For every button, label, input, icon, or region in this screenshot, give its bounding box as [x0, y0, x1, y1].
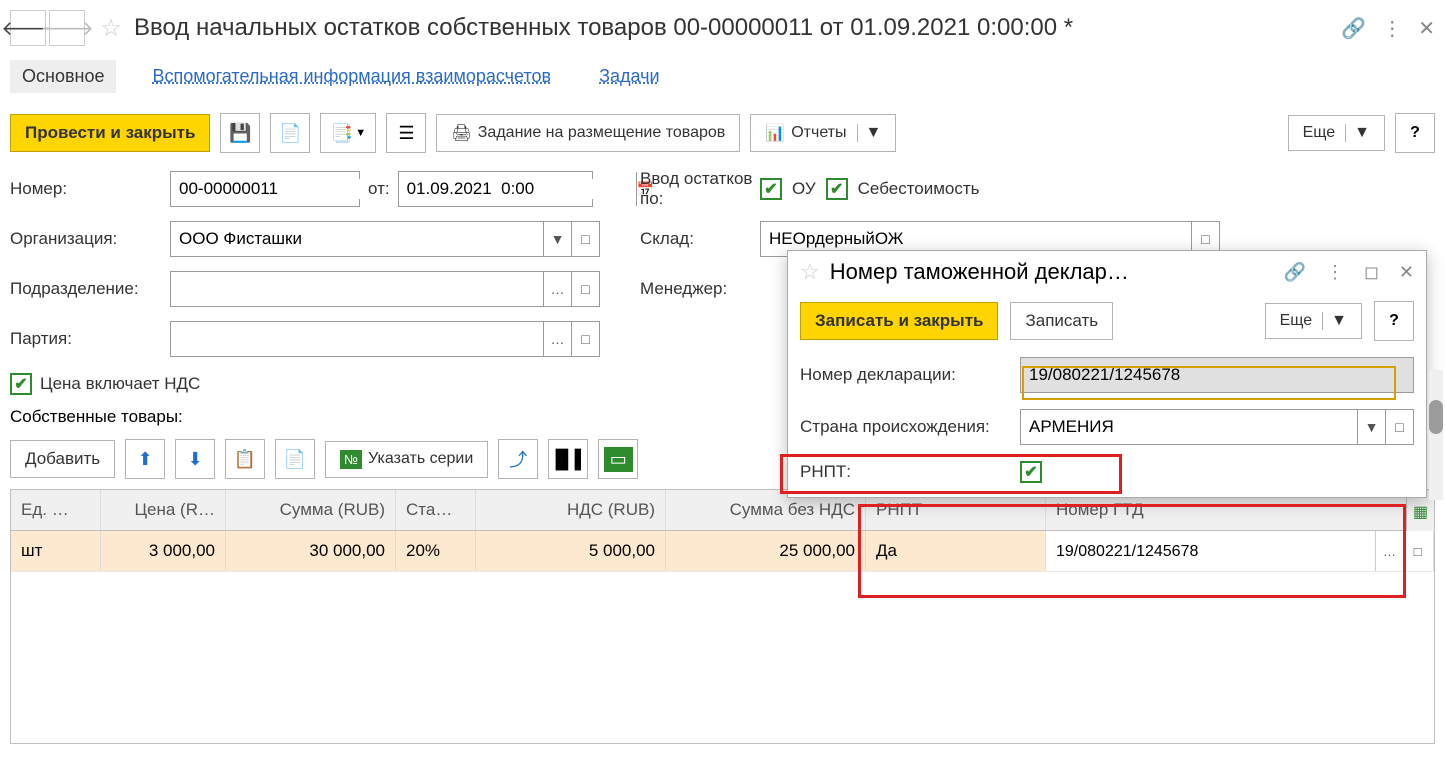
- menu-icon[interactable]: ⋮: [1382, 16, 1402, 41]
- create-based-icon[interactable]: 📑▼: [320, 113, 376, 153]
- post-close-button[interactable]: Провести и закрыть: [10, 114, 210, 152]
- help-button[interactable]: ?: [1395, 113, 1435, 153]
- popup-write-button[interactable]: Записать: [1010, 302, 1113, 340]
- save-icon[interactable]: 💾: [220, 113, 260, 153]
- more-button[interactable]: Еще▼: [1288, 115, 1385, 151]
- toolbar: Провести и закрыть 💾 📄 📑▼ ☰ 🖨Задание на …: [0, 107, 1445, 159]
- cost-label: Себестоимость: [858, 179, 980, 199]
- move-up-icon[interactable]: ⬆: [125, 439, 165, 479]
- move-down-icon[interactable]: ⬇: [175, 439, 215, 479]
- post-icon[interactable]: 📄: [270, 113, 310, 153]
- popup-title: Номер таможенной деклар…: [830, 259, 1264, 285]
- date-field[interactable]: [399, 179, 636, 199]
- paste-icon[interactable]: 📄: [275, 439, 315, 479]
- series-button[interactable]: №Указать серии: [325, 441, 488, 478]
- ou-checkbox[interactable]: ✔: [760, 178, 782, 200]
- ellipsis-icon[interactable]: …: [543, 272, 571, 306]
- popup-icon[interactable]: □: [571, 222, 599, 256]
- cell-vat[interactable]: 5 000,00: [476, 531, 666, 571]
- dropdown-icon[interactable]: ▼: [543, 222, 571, 256]
- cell-novat[interactable]: 25 000,00: [666, 531, 866, 571]
- ou-label: ОУ: [792, 179, 816, 199]
- forward-button[interactable]: 🡒: [49, 10, 85, 46]
- chart-icon: 📊: [765, 123, 785, 143]
- warehouse-field[interactable]: [761, 229, 1191, 249]
- popup-more-button[interactable]: Еще▼: [1265, 303, 1362, 339]
- chevron-down-icon: ▼: [857, 124, 882, 142]
- cell-unit[interactable]: шт: [11, 531, 101, 571]
- cell-rate[interactable]: 20%: [396, 531, 476, 571]
- th-vat[interactable]: НДС (RUB): [476, 490, 666, 530]
- attachment-icon[interactable]: 🔗: [1284, 262, 1306, 283]
- popup-icon[interactable]: □: [571, 272, 599, 306]
- cell-price[interactable]: 3 000,00: [101, 531, 226, 571]
- page-title: Ввод начальных остатков собственных това…: [134, 14, 1341, 42]
- th-sum[interactable]: Сумма (RUB): [226, 490, 396, 530]
- popup-icon[interactable]: □: [1403, 531, 1431, 571]
- tab-main[interactable]: Основное: [10, 60, 116, 93]
- structure-icon[interactable]: ☰: [386, 113, 426, 153]
- highlight-rnpt-checkbox: [780, 454, 1122, 494]
- reports-button[interactable]: 📊Отчеты▼: [750, 114, 896, 152]
- country-label: Страна происхождения:: [800, 417, 1020, 437]
- close-icon[interactable]: ✕: [1418, 16, 1435, 41]
- printer-icon: 🖨: [451, 123, 471, 143]
- attachment-icon[interactable]: 🔗: [1341, 16, 1366, 41]
- placement-task-button[interactable]: 🖨Задание на размещение товаров: [436, 114, 740, 152]
- dept-field[interactable]: [171, 279, 543, 299]
- balance-label: Ввод остатков по:: [640, 169, 760, 209]
- close-icon[interactable]: ✕: [1399, 262, 1414, 283]
- scrollbar-thumb[interactable]: [1429, 400, 1443, 434]
- th-rate[interactable]: Ста…: [396, 490, 476, 530]
- dropdown-icon[interactable]: ▼: [1357, 410, 1385, 444]
- chevron-down-icon: ▼: [1322, 312, 1347, 330]
- popup-icon[interactable]: □: [571, 322, 599, 356]
- share-icon[interactable]: ⤴: [498, 439, 538, 479]
- party-label: Партия:: [10, 329, 170, 349]
- highlight-table-columns: [858, 504, 1406, 598]
- price-inc-vat-label: Цена включает НДС: [40, 374, 200, 394]
- popup-icon[interactable]: □: [1385, 410, 1413, 444]
- copy-icon[interactable]: 📋: [225, 439, 265, 479]
- highlight-decl-no: [1022, 366, 1396, 400]
- price-inc-vat-checkbox[interactable]: ✔: [10, 373, 32, 395]
- popup-help-button[interactable]: ?: [1374, 301, 1414, 341]
- card-icon[interactable]: ▭: [598, 439, 638, 479]
- page-scrollbar[interactable]: [1429, 370, 1443, 500]
- add-button[interactable]: Добавить: [10, 440, 115, 478]
- th-unit[interactable]: Ед. …: [11, 490, 101, 530]
- number-badge-icon: №: [340, 450, 362, 469]
- tab-aux[interactable]: Вспомогательная информация взаиморасчето…: [140, 60, 563, 93]
- number-label: Номер:: [10, 179, 170, 199]
- org-field[interactable]: [171, 229, 543, 249]
- cost-checkbox[interactable]: ✔: [826, 178, 848, 200]
- barcode-icon[interactable]: ▐▌▌: [548, 439, 588, 479]
- decl-no-label: Номер декларации:: [800, 365, 1020, 385]
- favorite-icon[interactable]: ☆: [96, 13, 126, 43]
- window-icon[interactable]: ◻: [1364, 262, 1379, 283]
- country-field[interactable]: [1021, 417, 1357, 437]
- th-price[interactable]: Цена (R…: [101, 490, 226, 530]
- ellipsis-icon[interactable]: …: [543, 322, 571, 356]
- dept-label: Подразделение:: [10, 279, 170, 299]
- party-field[interactable]: [171, 329, 543, 349]
- warehouse-label: Склад:: [640, 229, 760, 249]
- menu-icon[interactable]: ⋮: [1326, 262, 1344, 283]
- tab-tasks[interactable]: Задачи: [587, 60, 671, 93]
- manager-label: Менеджер:: [640, 279, 760, 299]
- from-label: от:: [368, 179, 390, 199]
- navtabs: Основное Вспомогательная информация взаи…: [0, 56, 1445, 107]
- cell-sum[interactable]: 30 000,00: [226, 531, 396, 571]
- org-label: Организация:: [10, 229, 170, 249]
- chevron-down-icon: ▼: [1345, 124, 1370, 142]
- favorite-icon[interactable]: ☆: [800, 259, 820, 285]
- popup-write-close-button[interactable]: Записать и закрыть: [800, 302, 998, 340]
